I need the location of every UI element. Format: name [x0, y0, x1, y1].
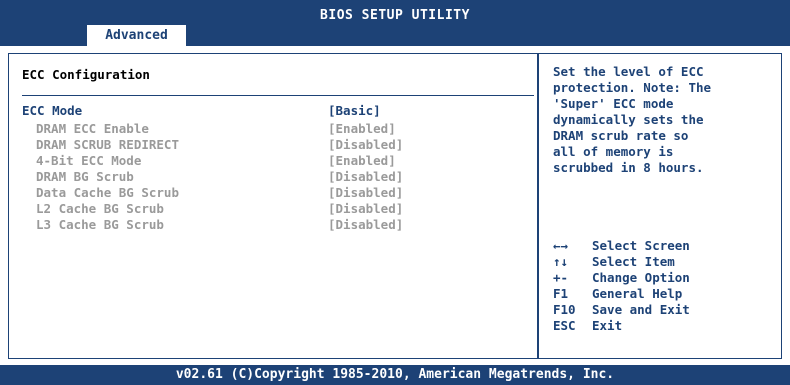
setting-ecc-mode[interactable]: ECC Mode [Basic]	[22, 103, 522, 119]
setting-label: DRAM BG Scrub	[36, 169, 134, 184]
setting-value: [Disabled]	[328, 185, 404, 200]
key-label: ESC	[553, 318, 576, 333]
setting-value[interactable]: [Basic]	[328, 103, 381, 118]
copyright-footer: v02.61 (C)Copyright 1985-2010, American …	[0, 365, 790, 385]
title-bar: BIOS SETUP UTILITY Advanced	[0, 0, 790, 46]
key-label: F10	[553, 302, 576, 317]
help-pane: Set the level of ECC protection. Note: T…	[538, 53, 782, 359]
app-title: BIOS SETUP UTILITY	[320, 8, 470, 23]
setting-label: DRAM ECC Enable	[36, 121, 149, 136]
key-label: F1	[553, 286, 569, 301]
key-description: Select Screen	[592, 238, 690, 253]
key-description: Exit	[592, 318, 623, 333]
help-text: Set the level of ECC protection. Note: T…	[553, 64, 712, 175]
setting-dram-scrub-redirect: DRAM SCRUB REDIRECT [Disabled]	[22, 137, 522, 153]
setting-value: [Disabled]	[328, 217, 404, 232]
setting-label: L2 Cache BG Scrub	[36, 201, 164, 216]
tab-advanced[interactable]: Advanced	[87, 25, 186, 46]
setting-label: ECC Mode	[22, 103, 83, 118]
setting-dram-bg-scrub: DRAM BG Scrub [Disabled]	[22, 169, 522, 185]
section-title: ECC Configuration	[22, 67, 150, 82]
setting-value: [Disabled]	[328, 201, 404, 216]
key-description: Select Item	[592, 254, 675, 269]
key-description: Save and Exit	[592, 302, 690, 317]
setting-value: [Enabled]	[328, 121, 396, 136]
setting-label: Data Cache BG Scrub	[36, 185, 179, 200]
setting-value: [Disabled]	[328, 137, 404, 152]
main-frame: ECC Configuration ECC Mode [Basic] DRAM …	[0, 46, 790, 365]
setting-label: 4-Bit ECC Mode	[36, 153, 142, 168]
settings-pane: ECC Configuration ECC Mode [Basic] DRAM …	[8, 53, 538, 359]
arrow-left-right-icon: ←→	[553, 238, 569, 253]
divider	[22, 95, 534, 96]
setting-data-cache-bg-scrub: Data Cache BG Scrub [Disabled]	[22, 185, 522, 201]
key-description: Change Option	[592, 270, 690, 285]
setting-label: L3 Cache BG Scrub	[36, 217, 164, 232]
setting-value: [Enabled]	[328, 153, 396, 168]
setting-l2-cache-bg-scrub: L2 Cache BG Scrub [Disabled]	[22, 201, 522, 217]
setting-l3-cache-bg-scrub: L3 Cache BG Scrub [Disabled]	[22, 217, 522, 233]
setting-label: DRAM SCRUB REDIRECT	[36, 137, 179, 152]
setting-value: [Disabled]	[328, 169, 404, 184]
key-label: +-	[553, 270, 569, 285]
setting-4bit-ecc-mode: 4-Bit ECC Mode [Enabled]	[22, 153, 522, 169]
arrow-up-down-icon: ↑↓	[553, 254, 569, 269]
key-description: General Help	[592, 286, 683, 301]
setting-dram-ecc-enable: DRAM ECC Enable [Enabled]	[22, 121, 522, 137]
